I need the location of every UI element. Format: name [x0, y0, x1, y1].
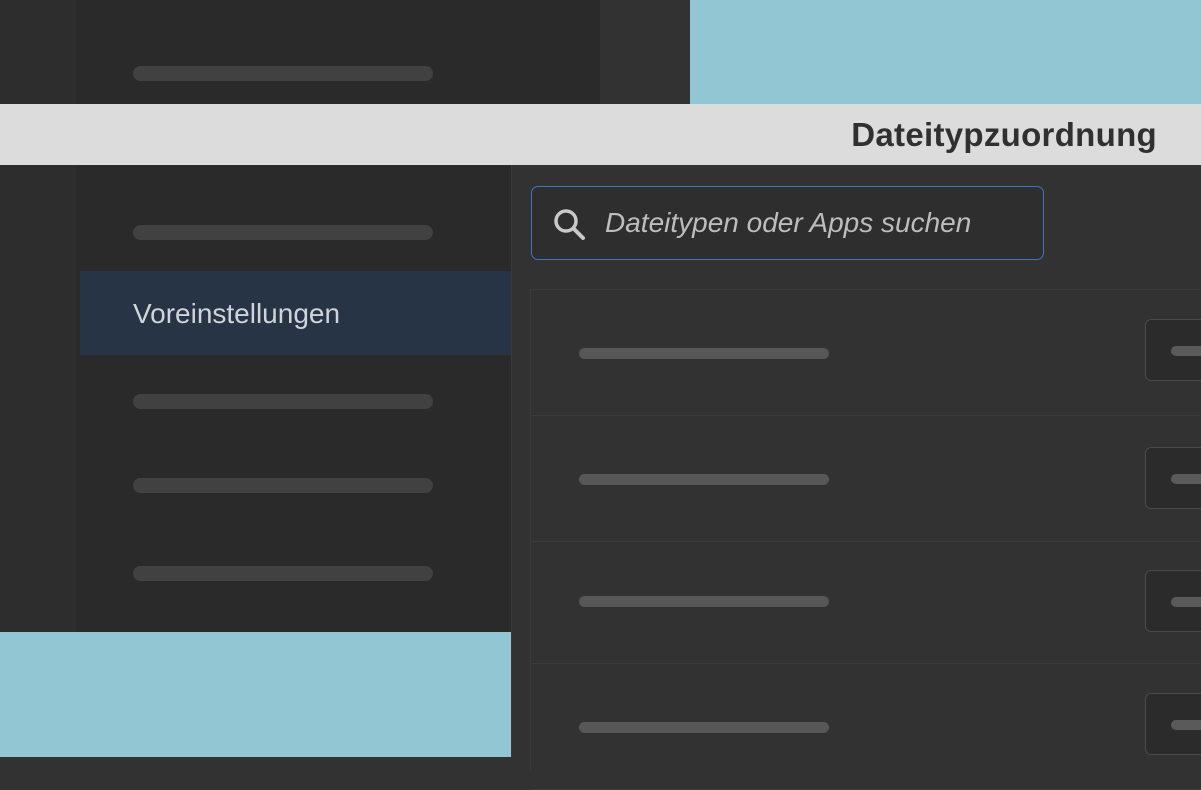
list-item[interactable]: [531, 290, 1201, 416]
title-bar: Dateitypzuordnung: [0, 104, 1201, 165]
app-button-label-placeholder: [1171, 346, 1201, 356]
sidebar-placeholder-item[interactable]: [133, 478, 433, 493]
sidebar-placeholder-item[interactable]: [133, 566, 433, 581]
sidebar: [76, 165, 512, 632]
list-item-app-button[interactable]: [1145, 319, 1201, 381]
top-gap-area: [600, 0, 690, 104]
app-button-label-placeholder: [1171, 474, 1201, 484]
sidebar-placeholder-item[interactable]: [133, 394, 433, 409]
list-item-app-button[interactable]: [1145, 693, 1201, 755]
sidebar-item-label: Voreinstellungen: [133, 298, 341, 329]
app-button-label-placeholder: [1171, 597, 1201, 607]
list-item-label-placeholder: [579, 474, 829, 485]
list-item-app-button[interactable]: [1145, 570, 1201, 632]
list-item[interactable]: [531, 664, 1201, 790]
page-title: Dateitypzuordnung: [851, 116, 1157, 153]
sidebar-divider: [511, 165, 512, 757]
app-button-label-placeholder: [1171, 720, 1201, 730]
top-sidebar-area: [76, 0, 600, 104]
backdrop-bottom-left: [0, 632, 512, 757]
list-item-label-placeholder: [579, 596, 829, 607]
file-type-list: [530, 289, 1201, 790]
search-icon: [554, 209, 585, 240]
list-item-label-placeholder: [579, 348, 829, 359]
list-item-label-placeholder: [579, 722, 829, 733]
sidebar-item-voreinstellungen[interactable]: Voreinstellungen: [80, 271, 511, 355]
list-item[interactable]: [531, 416, 1201, 542]
list-item[interactable]: [531, 542, 1201, 664]
search-placeholder: Dateitypen oder Apps suchen: [605, 207, 972, 238]
search-input[interactable]: Dateitypen oder Apps suchen: [531, 186, 1044, 260]
left-background-strip: [0, 0, 80, 632]
sidebar-placeholder-item[interactable]: [133, 225, 433, 240]
sidebar-placeholder-item: [133, 66, 433, 81]
backdrop-top-right: [690, 0, 1201, 104]
list-item-app-button[interactable]: [1145, 447, 1201, 509]
